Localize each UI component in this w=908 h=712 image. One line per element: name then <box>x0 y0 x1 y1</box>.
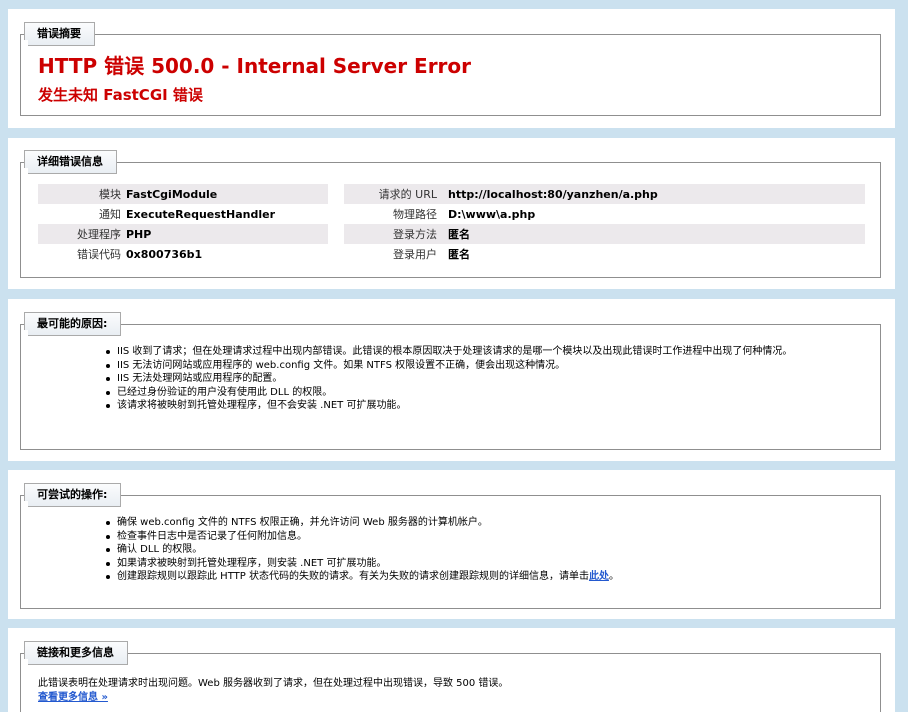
details-row-physical-path: 物理路径 D:\www\a.php <box>344 204 865 224</box>
more-info-panel: 此错误表明在处理请求时出现问题。Web 服务器收到了请求，但在处理过程中出现错误… <box>8 628 895 712</box>
details-label: 错误代码 <box>77 248 121 261</box>
error-summary-tab: 错误摘要 <box>24 22 103 46</box>
view-more-info-link[interactable]: 查看更多信息 » <box>38 692 108 703</box>
actions-tab: 可尝试的操作: <box>24 483 130 507</box>
causes-panel: IIS 收到了请求；但在处理请求过程中出现内部错误。此错误的根本原因取决于处理该… <box>8 299 895 461</box>
details-row-handler: 处理程序 PHP <box>38 224 328 244</box>
list-item: 确认 DLL 的权限。 <box>106 543 862 557</box>
details-value: D:\www\a.php <box>448 207 536 221</box>
details-row-error-code: 错误代码 0x800736b1 <box>38 244 328 264</box>
details-row-logon-method: 登录方法 匿名 <box>344 224 865 244</box>
actions-panel: 确保 web.config 文件的 NTFS 权限正确，并允许访问 Web 服务… <box>8 470 895 619</box>
actions-box: 确保 web.config 文件的 NTFS 权限正确，并允许访问 Web 服务… <box>20 495 881 609</box>
details-left-table: 模块 FastCgiModule 通知 ExecuteRequestHandle… <box>38 184 328 264</box>
causes-list: IIS 收到了请求；但在处理请求过程中出现内部错误。此错误的根本原因取决于处理该… <box>106 345 862 413</box>
error-summary-panel: HTTP 错误 500.0 - Internal Server Error 发生… <box>8 9 895 128</box>
list-item: 已经过身份验证的用户没有使用此 DLL 的权限。 <box>106 386 862 400</box>
details-label: 登录用户 <box>393 248 437 261</box>
list-item: IIS 无法处理网站或应用程序的配置。 <box>106 372 862 386</box>
list-item-end: 。 <box>608 571 619 583</box>
list-item: 如果请求被映射到托管处理程序，则安装 .NET 可扩展功能。 <box>106 557 862 571</box>
error-summary-box: HTTP 错误 500.0 - Internal Server Error 发生… <box>20 34 881 116</box>
actions-list: 确保 web.config 文件的 NTFS 权限正确，并允许访问 Web 服务… <box>106 516 862 584</box>
more-info-text: 此错误表明在处理请求时出现问题。Web 服务器收到了请求，但在处理过程中出现错误… <box>38 677 508 705</box>
details-label: 登录方法 <box>393 228 437 241</box>
list-item: 确保 web.config 文件的 NTFS 权限正确，并允许访问 Web 服务… <box>106 516 862 530</box>
details-value: http://localhost:80/yanzhen/a.php <box>448 187 658 201</box>
list-item: IIS 无法访问网站或应用程序的 web.config 文件。如果 NTFS 权… <box>106 359 862 373</box>
error-subtitle: 发生未知 FastCGI 错误 <box>38 86 203 104</box>
list-item: IIS 收到了请求；但在处理请求过程中出现内部错误。此错误的根本原因取决于处理该… <box>106 345 862 359</box>
causes-box: IIS 收到了请求；但在处理请求过程中出现内部错误。此错误的根本原因取决于处理该… <box>20 324 881 450</box>
more-info-box: 此错误表明在处理请求时出现问题。Web 服务器收到了请求，但在处理过程中出现错误… <box>20 653 881 712</box>
error-title: HTTP 错误 500.0 - Internal Server Error <box>38 54 472 78</box>
more-info-tab: 链接和更多信息 <box>24 641 136 665</box>
details-label: 处理程序 <box>77 228 121 241</box>
details-row-url: 请求的 URL http://localhost:80/yanzhen/a.ph… <box>344 184 865 204</box>
details-value: ExecuteRequestHandler <box>126 207 276 221</box>
list-item: 创建跟踪规则以跟踪此 HTTP 状态代码的失败的请求。有关为失败的请求创建跟踪规… <box>106 570 862 584</box>
more-info-description: 此错误表明在处理请求时出现问题。Web 服务器收到了请求，但在处理过程中出现错误… <box>38 678 509 689</box>
error-details-box: 模块 FastCgiModule 通知 ExecuteRequestHandle… <box>20 162 881 278</box>
list-item: 检查事件日志中是否记录了任何附加信息。 <box>106 530 862 544</box>
details-row-logon-user: 登录用户 匿名 <box>344 244 865 264</box>
details-value: FastCgiModule <box>126 187 218 201</box>
details-value: PHP <box>126 227 152 241</box>
error-details-panel: 模块 FastCgiModule 通知 ExecuteRequestHandle… <box>8 138 895 289</box>
details-row-module: 模块 FastCgiModule <box>38 184 328 204</box>
details-label: 模块 <box>99 188 121 201</box>
details-value: 匿名 <box>448 248 470 261</box>
details-label: 通知 <box>99 208 121 221</box>
list-item-text: 创建跟踪规则以跟踪此 HTTP 状态代码的失败的请求。有关为失败的请求创建跟踪规… <box>117 571 589 583</box>
trace-rules-link[interactable]: 此处 <box>589 571 609 582</box>
list-item: 该请求将被映射到托管处理程序，但不会安装 .NET 可扩展功能。 <box>106 399 862 413</box>
details-label: 请求的 URL <box>378 188 437 201</box>
details-right-table: 请求的 URL http://localhost:80/yanzhen/a.ph… <box>344 184 865 264</box>
details-value: 0x800736b1 <box>126 247 203 261</box>
details-value: 匿名 <box>448 228 470 241</box>
causes-tab: 最可能的原因: <box>24 312 130 336</box>
details-label: 物理路径 <box>393 208 437 221</box>
details-row-notification: 通知 ExecuteRequestHandler <box>38 204 328 224</box>
error-details-tab: 详细错误信息 <box>24 150 125 174</box>
